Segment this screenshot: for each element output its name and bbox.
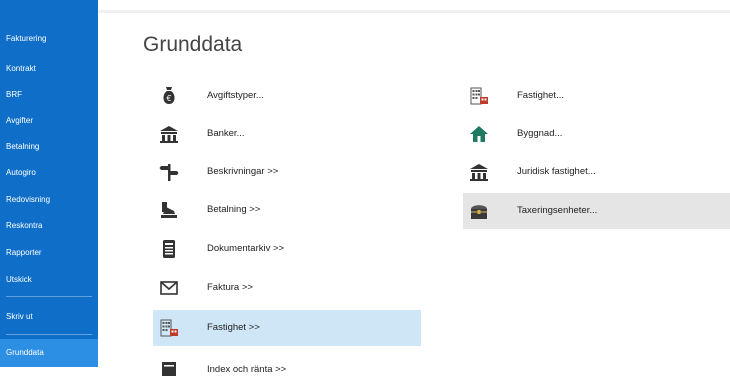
sidebar-item-grunddata[interactable]: Grunddata	[0, 339, 98, 367]
list-item-label: Juridisk fastighet...	[517, 166, 596, 177]
sidebar: Fakturering Kontrakt BRF Avgifter Betaln…	[0, 0, 98, 367]
list-item-betalning[interactable]: Betalning >>	[153, 192, 421, 228]
list-item-label: Taxeringsenheter...	[517, 205, 598, 216]
index-icon	[162, 362, 176, 376]
list-item-label: Banker...	[207, 128, 245, 139]
bank-icon	[160, 126, 178, 143]
sidebar-divider	[6, 296, 92, 297]
treasure-chest-icon	[471, 205, 487, 219]
house-icon	[470, 126, 488, 142]
sidebar-item-skriv-ut[interactable]: Skriv ut	[0, 304, 98, 330]
sidebar-item-utskick[interactable]: Utskick	[0, 267, 98, 293]
list-item-juridisk-fastighet[interactable]: Juridisk fastighet...	[463, 154, 730, 190]
sidebar-item-kontrakt[interactable]: Kontrakt	[0, 56, 98, 82]
sidebar-divider	[6, 334, 92, 335]
list-item-label: Fastighet...	[517, 90, 564, 101]
list-item-label: Faktura >>	[207, 282, 253, 293]
page-title: Grunddata	[143, 33, 243, 56]
sidebar-item-avgifter[interactable]: Avgifter	[0, 108, 98, 134]
list-item-banker[interactable]: Banker...	[153, 116, 421, 152]
bank-icon	[470, 164, 488, 181]
sidebar-item-brf[interactable]: BRF	[0, 82, 98, 108]
list-item-faktura[interactable]: Faktura >>	[153, 270, 421, 306]
sidebar-item-betalning[interactable]: Betalning	[0, 134, 98, 160]
list-item-label: Beskrivningar >>	[207, 166, 279, 177]
list-item-dokumentarkiv[interactable]: Dokumentarkiv >>	[153, 231, 421, 267]
document-archive-icon	[163, 240, 175, 258]
list-item-fastighet-submenu[interactable]: Fastighet >>	[153, 310, 421, 346]
list-item-taxeringsenheter[interactable]: Taxeringsenheter...	[463, 193, 730, 229]
signpost-icon	[159, 164, 179, 181]
list-item-byggnad[interactable]: Byggnad...	[463, 116, 730, 152]
building-icon	[160, 319, 178, 337]
list-item-label: Betalning >>	[207, 204, 261, 215]
list-item-label: Byggnad...	[517, 128, 563, 139]
list-item-beskrivningar[interactable]: Beskrivningar >>	[153, 154, 421, 190]
list-item-avgiftstyper[interactable]: € Avgiftstyper...	[153, 78, 421, 114]
list-item-label: Index och ränta >>	[207, 364, 287, 375]
list-item-label: Dokumentarkiv >>	[207, 243, 285, 254]
sidebar-item-rapporter[interactable]: Rapporter	[0, 240, 98, 266]
list-item-label: Avgiftstyper...	[207, 90, 264, 101]
building-icon	[470, 87, 488, 105]
list-item-fastighet[interactable]: Fastighet...	[463, 78, 730, 114]
money-bag-euro-icon: €	[163, 87, 175, 104]
sidebar-item-autogiro[interactable]: Autogiro	[0, 160, 98, 186]
sidebar-item-reskontra[interactable]: Reskontra	[0, 213, 98, 239]
sidebar-item-redovisning[interactable]: Redovisning	[0, 187, 98, 213]
top-border	[98, 10, 730, 13]
sidebar-item-fakturering[interactable]: Fakturering	[0, 26, 98, 52]
svg-text:€: €	[166, 94, 171, 103]
list-item-label: Fastighet >>	[207, 322, 260, 333]
envelope-icon	[160, 281, 178, 295]
list-item-index-och-ranta[interactable]: Index och ränta >>	[153, 352, 421, 388]
payment-icon	[161, 202, 177, 218]
